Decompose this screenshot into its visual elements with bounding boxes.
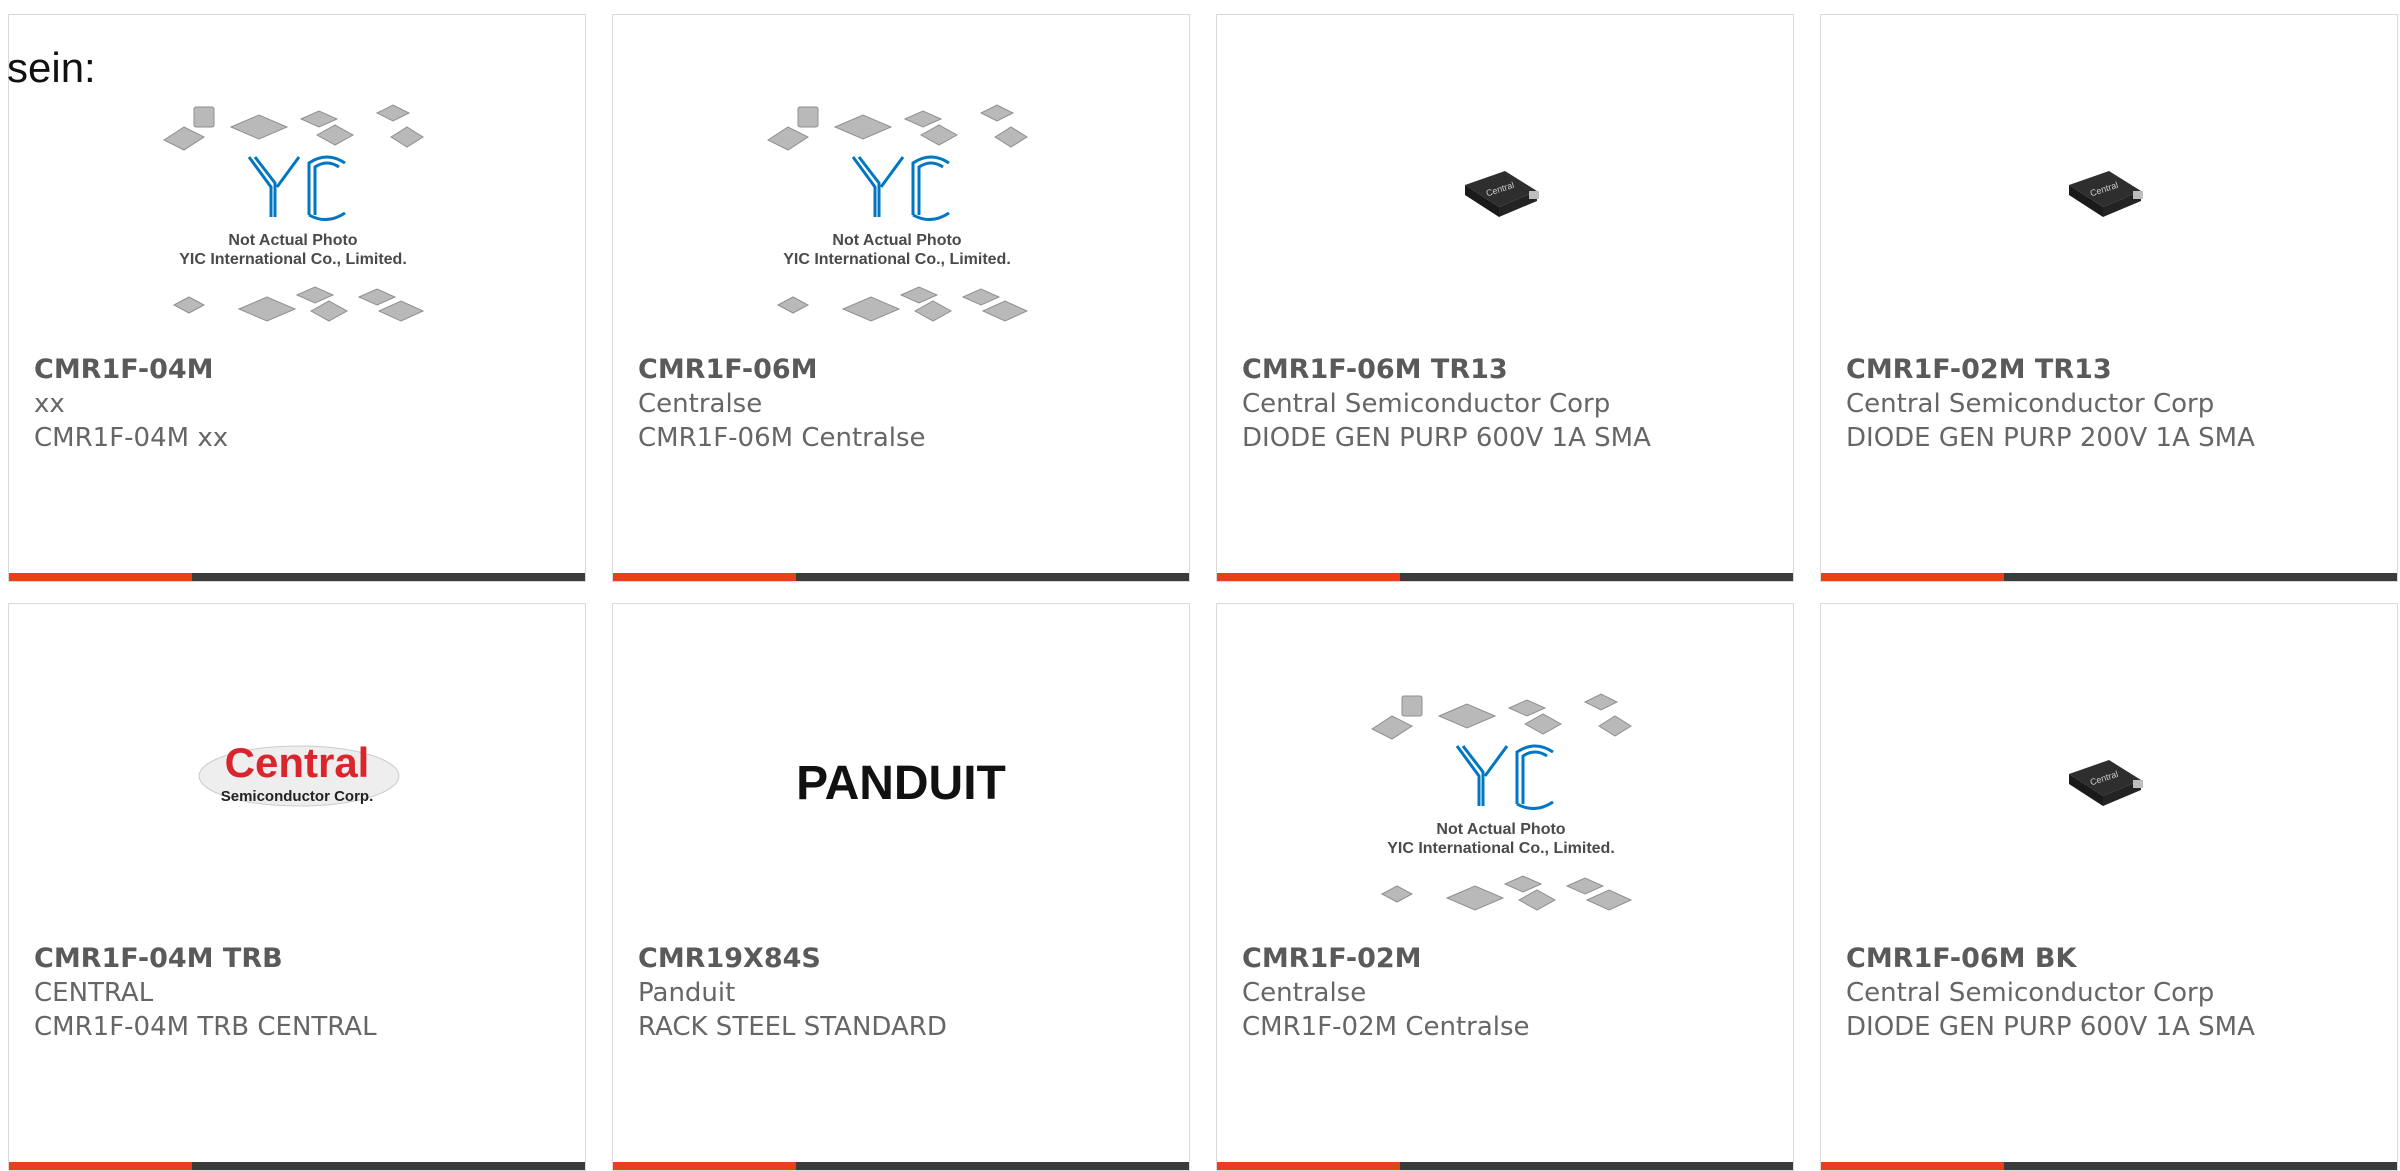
manufacturer: Panduit — [638, 978, 736, 1008]
placeholder-text-2: YIC International Co., Limited. — [179, 251, 407, 268]
placeholder-text-2: YIC International Co., Limited. — [783, 251, 1011, 268]
product-card[interactable]: Not Actual Photo YIC International Co., … — [8, 14, 586, 582]
product-image: Central — [1821, 75, 2397, 365]
description: DIODE GEN PURP 600V 1A SMA — [1242, 423, 1651, 453]
product-card[interactable]: PANDUIT CMR19X84S Panduit RACK STEEL STA… — [612, 603, 1190, 1171]
lead-text: sein: — [7, 44, 96, 91]
product-image: Not Actual Photo YIC International Co., … — [9, 75, 585, 365]
part-number[interactable]: CMR1F-02M — [1242, 941, 1783, 976]
sma-diode-image: Central — [1465, 171, 1539, 217]
sma-diode-image: Central — [2069, 171, 2143, 217]
manufacturer: xx — [34, 389, 65, 419]
card-accent-bar — [1821, 573, 2397, 581]
part-number[interactable]: CMR1F-02M TR13 — [1846, 352, 2387, 387]
product-image: Central Semiconductor Corp. — [9, 664, 585, 954]
central-logo-subtext: Semiconductor Corp. — [221, 788, 374, 805]
product-card[interactable]: Not Actual Photo YIC International Co., … — [1216, 603, 1794, 1171]
placeholder-text-1: Not Actual Photo — [1436, 821, 1565, 838]
product-image: Not Actual Photo YIC International Co., … — [613, 75, 1189, 365]
sma-diode-image: Central — [2069, 760, 2143, 806]
central-logo-image: Central Semiconductor Corp. — [198, 739, 400, 807]
part-number[interactable]: CMR1F-06M — [638, 352, 1179, 387]
description: CMR1F-04M TRB CENTRAL — [34, 1012, 377, 1042]
card-accent-bar — [613, 1162, 1189, 1170]
card-accent-bar — [1821, 1162, 2397, 1170]
manufacturer: Centralse — [638, 389, 763, 419]
yic-placeholder-image: Not Actual Photo YIC International Co., … — [162, 104, 425, 322]
description: CMR1F-06M Centralse — [638, 423, 926, 453]
product-card[interactable]: Central CMR1F-06M TR13 Central Semicondu… — [1216, 14, 1794, 582]
manufacturer: Central Semiconductor Corp — [1242, 389, 1611, 419]
panduit-logo-image: PANDUIT — [796, 757, 1006, 810]
manufacturer: Centralse — [1242, 978, 1367, 1008]
central-logo-text: Central — [225, 739, 370, 786]
placeholder-text-2: YIC International Co., Limited. — [1387, 840, 1615, 857]
product-card[interactable]: Not Actual Photo YIC International Co., … — [612, 14, 1190, 582]
placeholder-text-1: Not Actual Photo — [228, 232, 357, 249]
yic-placeholder-image: Not Actual Photo YIC International Co., … — [766, 104, 1029, 322]
product-image: Central — [1217, 75, 1793, 365]
description: RACK STEEL STANDARD — [638, 1012, 947, 1042]
part-number[interactable]: CMR1F-06M BK — [1846, 941, 2387, 976]
product-image: PANDUIT — [613, 664, 1189, 954]
card-accent-bar — [613, 573, 1189, 581]
product-image: Central — [1821, 664, 2397, 954]
panduit-logo-text: PANDUIT — [796, 757, 1006, 810]
description: DIODE GEN PURP 600V 1A SMA — [1846, 1012, 2255, 1042]
manufacturer: Central Semiconductor Corp — [1846, 978, 2215, 1008]
product-card[interactable]: Central Semiconductor Corp. CMR1F-04M TR… — [8, 603, 586, 1171]
card-accent-bar — [1217, 1162, 1793, 1170]
description: CMR1F-02M Centralse — [1242, 1012, 1530, 1042]
product-card[interactable]: Central CMR1F-02M TR13 Central Semicondu… — [1820, 14, 2398, 582]
manufacturer: CENTRAL — [34, 978, 154, 1008]
yic-placeholder-image: Not Actual Photo YIC International Co., … — [1370, 693, 1633, 911]
product-grid: Not Actual Photo YIC International Co., … — [0, 0, 2400, 1171]
description: CMR1F-04M xx — [34, 423, 229, 453]
part-number[interactable]: CMR1F-04M — [34, 352, 575, 387]
part-number[interactable]: CMR1F-06M TR13 — [1242, 352, 1783, 387]
card-accent-bar — [9, 1162, 585, 1170]
part-number[interactable]: CMR19X84S — [638, 941, 1179, 976]
part-number[interactable]: CMR1F-04M TRB — [34, 941, 575, 976]
card-accent-bar — [1217, 573, 1793, 581]
manufacturer: Central Semiconductor Corp — [1846, 389, 2215, 419]
description: DIODE GEN PURP 200V 1A SMA — [1846, 423, 2255, 453]
product-image: Not Actual Photo YIC International Co., … — [1217, 664, 1793, 954]
placeholder-text-1: Not Actual Photo — [832, 232, 961, 249]
product-card[interactable]: Central CMR1F-06M BK Central Semiconduct… — [1820, 603, 2398, 1171]
card-accent-bar — [9, 573, 585, 581]
